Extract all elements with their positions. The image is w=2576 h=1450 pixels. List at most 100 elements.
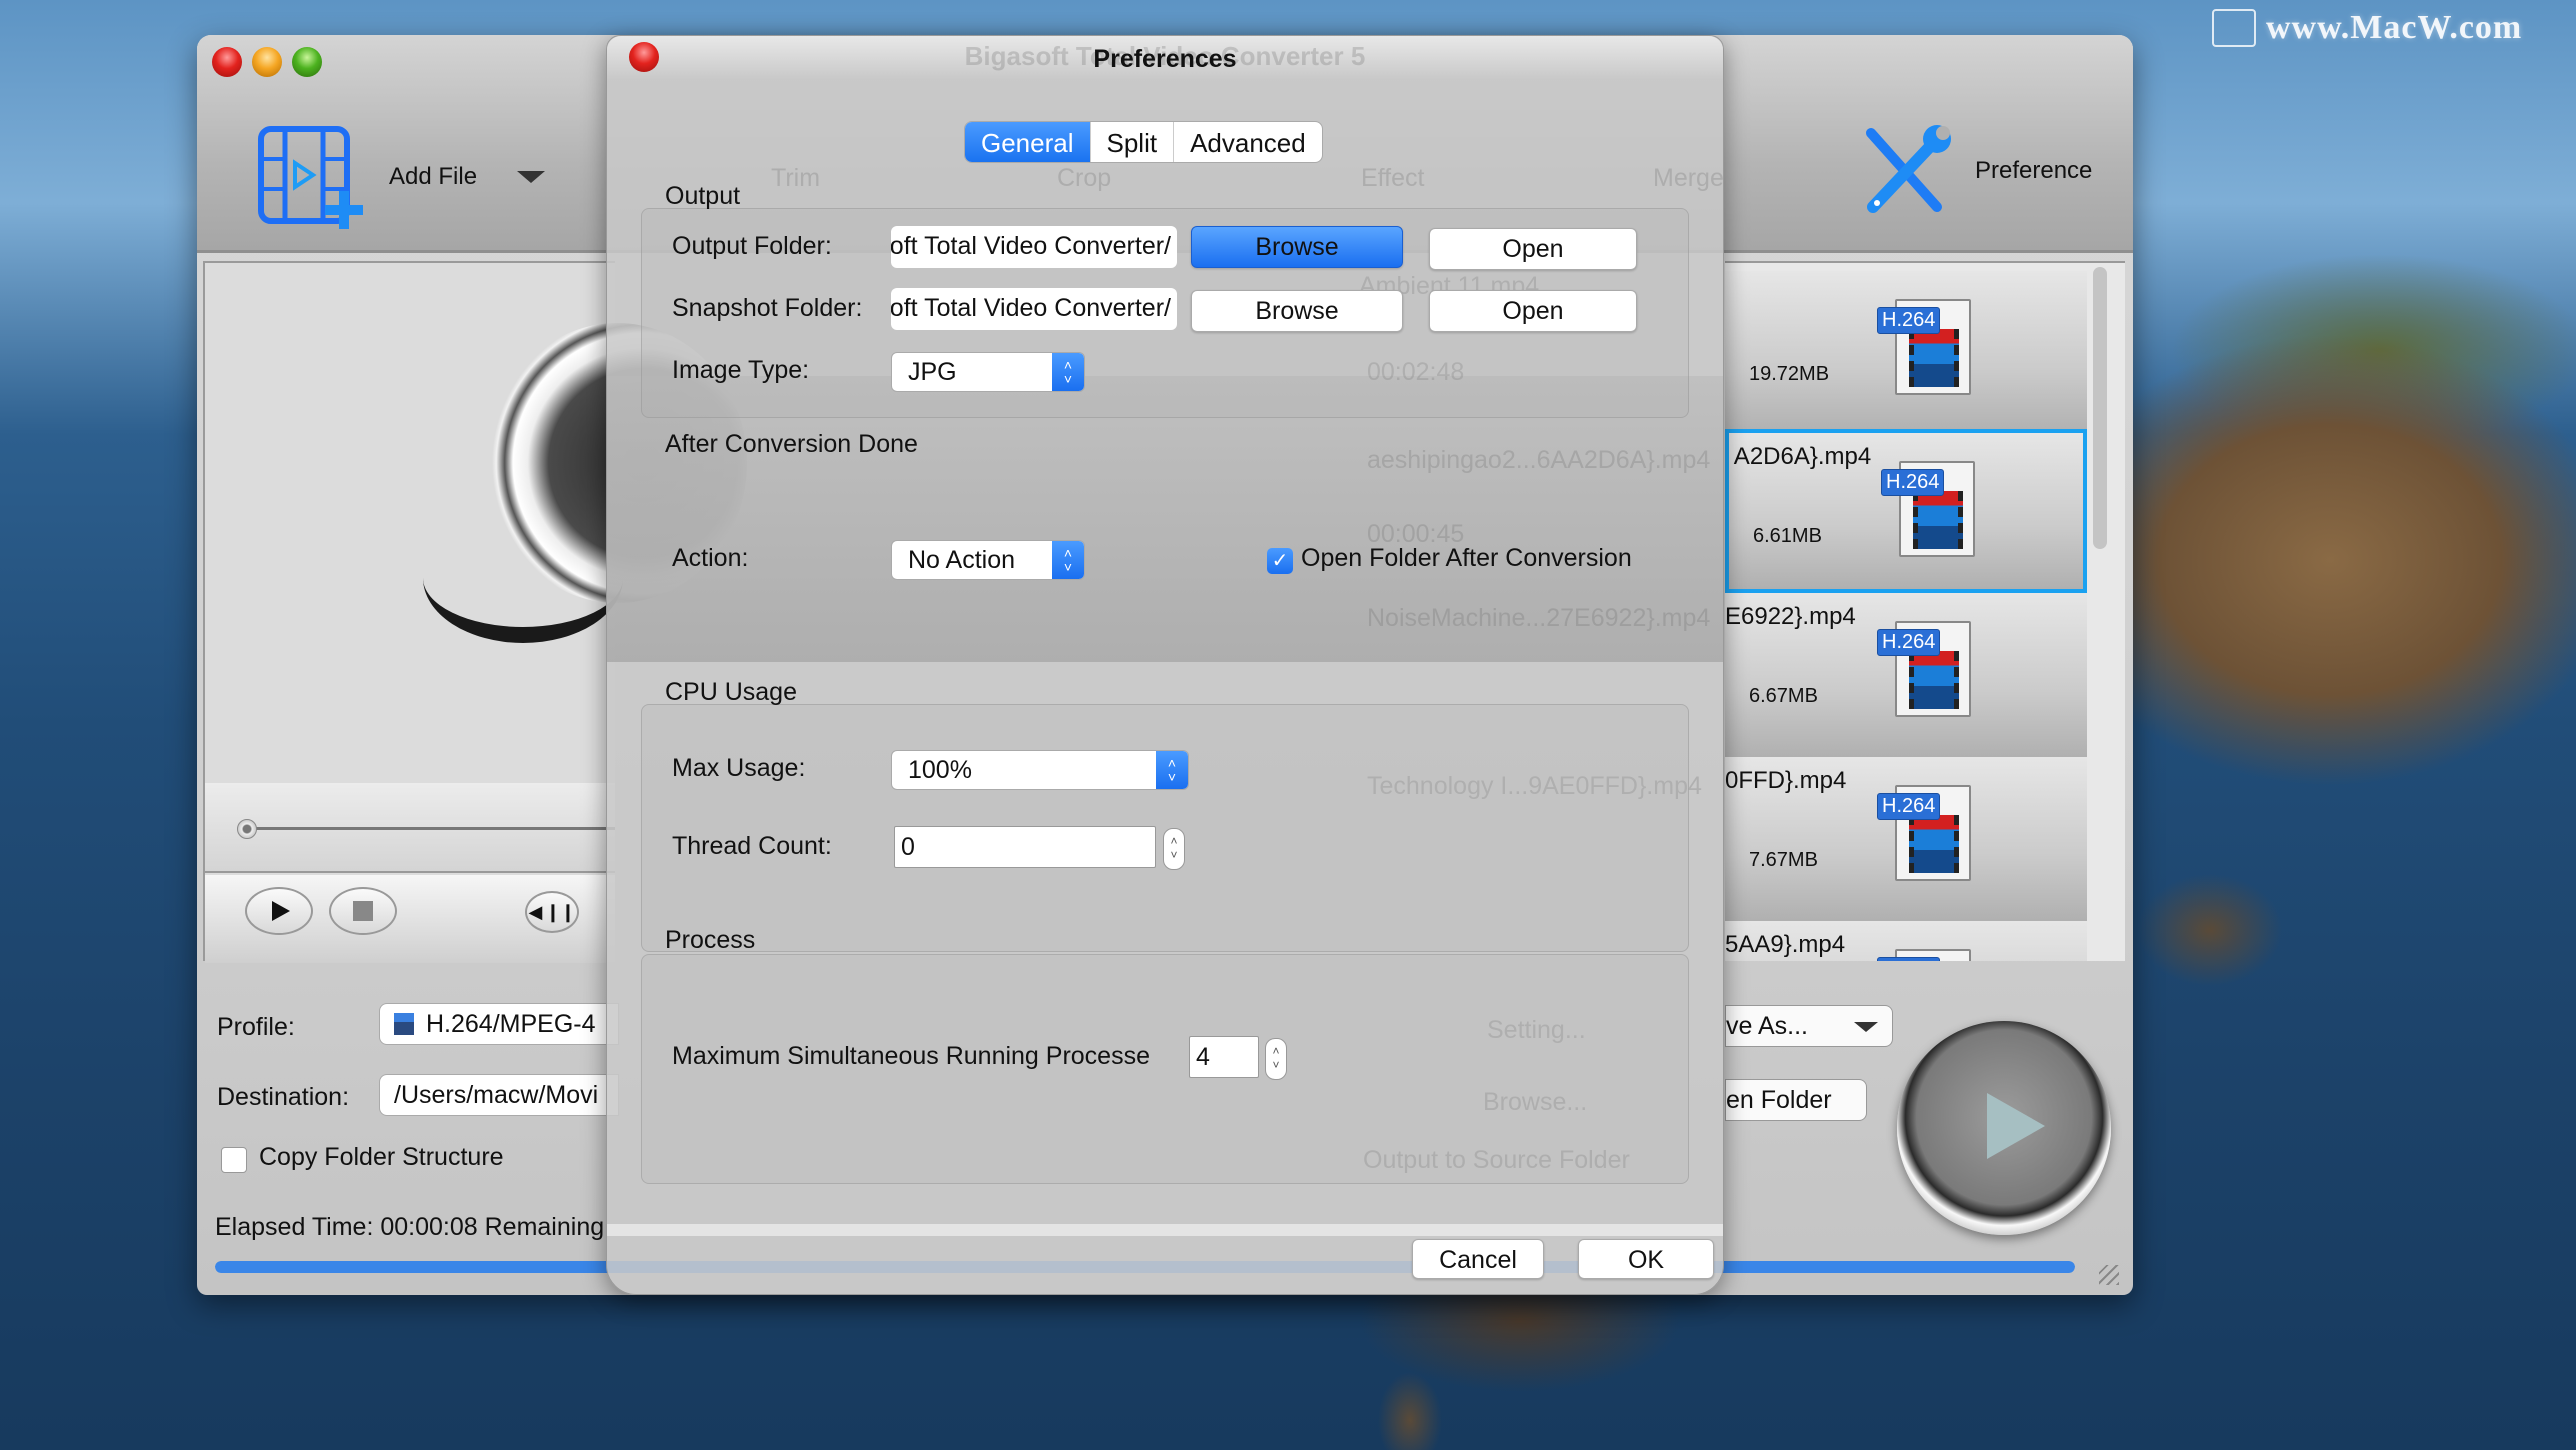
thread-count-value: 0 (901, 833, 915, 861)
ghost-file-name: NoiseMachine...27E6922}.mp4 (1367, 604, 1711, 632)
max-processes-label: Maximum Simultaneous Running Processe (672, 1042, 1150, 1070)
file-list: 19.72MB H.264 A2D6A}.mp4 6.61MB H.264 E6922}… (1725, 261, 2125, 961)
h264-badge: H.264 (1877, 793, 1941, 820)
destination-field[interactable]: /Users/macw/Movi (379, 1074, 619, 1116)
tab-general[interactable]: General (965, 122, 1091, 162)
copy-folder-structure-label: Copy Folder Structure (259, 1143, 504, 1171)
add-file-label: Add File (389, 163, 478, 190)
profile-select[interactable]: H.264/MPEG-4 (379, 1003, 619, 1045)
h264-file-icon: H.264 (1877, 785, 1971, 881)
file-size: 19.72MB (1749, 363, 1830, 385)
play-button[interactable] (245, 887, 313, 935)
max-usage-value: 100% (908, 756, 972, 784)
h264-file-icon: H.264 (1877, 299, 1971, 395)
ghost-merge-label: Merge (1653, 164, 1724, 192)
profile-value: H.264/MPEG-4 (426, 1010, 596, 1038)
seek-bar-area (205, 783, 615, 873)
select-arrows-icon: ˄ ˅ (1052, 541, 1084, 579)
image-type-label: Image Type: (672, 356, 810, 384)
window-minimize-button[interactable] (252, 47, 282, 77)
window-zoom-button[interactable] (292, 47, 322, 77)
checkmark-icon: ✓ (1271, 550, 1289, 572)
action-select[interactable]: No Action ˄ ˅ (891, 540, 1085, 580)
file-list-scrollbar[interactable] (2093, 267, 2107, 549)
convert-play-icon (1987, 1093, 2045, 1159)
tools-icon (1866, 125, 1951, 213)
h264-file-icon: H.264 (1877, 949, 1971, 961)
select-arrows-icon: ˄ ˅ (1156, 751, 1188, 789)
preferences-dialog: Bigasoft Total Video Converter 5 Prefere… (606, 35, 1724, 1295)
image-type-select[interactable]: JPG ˄ ˅ (891, 352, 1085, 392)
ghost-crop-label: Crop (1057, 164, 1112, 192)
file-size: 6.67MB (1749, 685, 1818, 707)
h264-file-icon: H.264 (1881, 461, 1975, 557)
save-as-label: ve As... (1726, 1012, 1808, 1040)
max-processes-value: 4 (1196, 1043, 1210, 1071)
preference-button[interactable]: Preference (1857, 123, 2092, 219)
cpu-usage-section-label: CPU Usage (665, 678, 797, 706)
file-name: E6922}.mp4 (1725, 603, 1856, 630)
output-folder-field[interactable]: /Users/macw/Movies/Bigasoft Total Video … (891, 226, 1177, 268)
ok-button[interactable]: OK (1578, 1239, 1714, 1279)
cpu-usage-group (641, 704, 1689, 952)
file-list-row[interactable]: A2D6A}.mp4 6.61MB H.264 (1725, 429, 2087, 593)
add-file-button[interactable]: Add File (257, 125, 546, 229)
thread-count-field[interactable]: 0 (894, 826, 1156, 868)
snapshot-folder-label: Snapshot Folder: (672, 294, 863, 322)
file-size: 7.67MB (1749, 849, 1818, 871)
preferences-tabs: General Split Advanced (964, 121, 1323, 163)
snapshot-folder-field[interactable]: /Users/macw/Pictures/Bigasoft Total Vide… (891, 288, 1177, 330)
max-usage-select[interactable]: 100% ˄ ˅ (891, 750, 1189, 790)
playback-controls: ◀ ❙❙ (205, 875, 615, 963)
seek-track[interactable] (245, 827, 615, 830)
seek-slider-handle[interactable] (237, 819, 257, 839)
h264-badge: H.264 (1877, 629, 1941, 656)
max-processes-field[interactable]: 4 (1189, 1036, 1259, 1078)
snapshot-folder-value: /Users/macw/Pictures/Bigasoft Total Vide… (891, 294, 1171, 322)
tab-split[interactable]: Split (1091, 122, 1175, 162)
open-folder-button[interactable]: en Folder (1725, 1079, 1867, 1121)
output-browse-button[interactable]: Browse (1191, 226, 1403, 268)
convert-button[interactable] (1897, 1021, 2111, 1235)
file-list-row[interactable]: 19.72MB H.264 (1725, 271, 2087, 435)
film-thumbnail-icon (1913, 491, 1963, 549)
dialog-titlebar: Bigasoft Total Video Converter 5 Prefere… (607, 36, 1723, 80)
cancel-button[interactable]: Cancel (1412, 1239, 1544, 1279)
window-close-button[interactable] (212, 47, 242, 77)
preference-label: Preference (1975, 157, 2093, 184)
film-thumbnail-icon (1909, 815, 1959, 873)
thread-count-stepper[interactable]: ˄ ˅ (1163, 828, 1185, 870)
file-list-row[interactable]: 5AA9}.mp4 H.264 (1725, 921, 2087, 961)
h264-file-icon (394, 1013, 414, 1035)
select-arrows-icon: ˄ ˅ (1052, 353, 1084, 391)
film-thumbnail-icon (1909, 651, 1959, 709)
save-as-dropdown-icon (1854, 1022, 1878, 1032)
watermark-text: www.MacW.com (2266, 9, 2523, 46)
file-name: 0FFD}.mp4 (1725, 767, 1847, 794)
open-folder-after-conversion-checkbox[interactable]: ✓ (1267, 548, 1293, 574)
tab-advanced[interactable]: Advanced (1174, 122, 1322, 162)
file-list-row[interactable]: E6922}.mp4 6.67MB H.264 (1725, 593, 2087, 757)
action-label: Action: (672, 544, 749, 572)
add-file-dropdown-icon[interactable] (517, 171, 546, 183)
max-processes-stepper[interactable]: ˄ ˅ (1265, 1038, 1287, 1080)
max-usage-label: Max Usage: (672, 754, 806, 782)
snapshot-open-button[interactable]: Open (1429, 290, 1637, 332)
ghost-trim-label: Trim (771, 164, 821, 192)
output-section-label: Output (665, 182, 741, 210)
film-thumbnail-icon (1909, 329, 1959, 387)
output-open-button[interactable]: Open (1429, 228, 1637, 270)
speaker-icon: ◀ ❙❙ (528, 901, 576, 922)
volume-button[interactable]: ◀ ❙❙ (525, 891, 579, 933)
h264-badge: H.264 (1877, 307, 1941, 334)
save-as-button[interactable]: ve As... (1725, 1005, 1893, 1047)
file-list-row[interactable]: 0FFD}.mp4 7.67MB H.264 (1725, 757, 2087, 921)
copy-folder-structure-checkbox[interactable] (221, 1147, 247, 1173)
watermark: www.MacW.com (2212, 6, 2522, 50)
h264-badge: H.264 (1877, 957, 1941, 961)
window-resize-grip[interactable] (2099, 1265, 2119, 1285)
stop-button[interactable] (329, 887, 397, 935)
after-conversion-section-label: After Conversion Done (665, 430, 918, 458)
open-folder-label: en Folder (1726, 1086, 1832, 1114)
snapshot-browse-button[interactable]: Browse (1191, 290, 1403, 332)
